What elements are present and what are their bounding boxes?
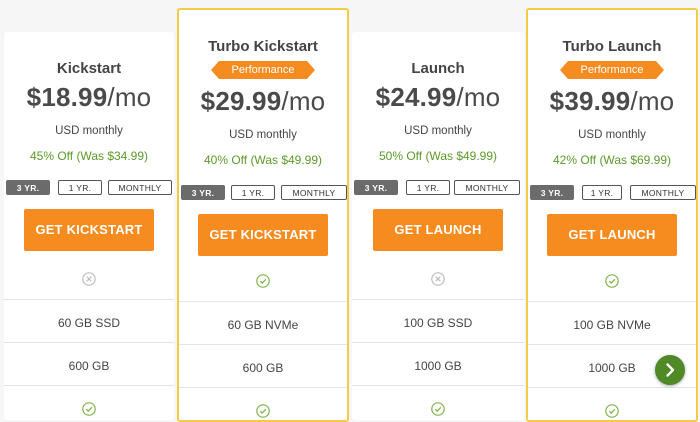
row-divider xyxy=(4,299,174,300)
storage-value: 60 GB NVMe xyxy=(227,318,299,332)
check-circle-icon xyxy=(605,404,619,418)
plan-price: $18.99/mo xyxy=(4,82,174,113)
price-period: /mo xyxy=(107,82,152,112)
term-3yr-button[interactable]: 3 YR. xyxy=(181,185,225,200)
term-1yr-button[interactable]: 1 YR. xyxy=(231,185,275,200)
row-divider xyxy=(179,387,347,388)
term-monthly-button[interactable]: MONTHLY xyxy=(281,185,347,200)
plan-price: $24.99/mo xyxy=(352,82,524,113)
plan-name: Turbo Launch xyxy=(562,38,662,55)
price-period: /mo xyxy=(281,86,326,116)
price-period: /mo xyxy=(456,82,501,112)
billing-cycle: USD monthly xyxy=(55,125,123,137)
get-launch-button[interactable]: GET LAUNCH xyxy=(547,214,677,256)
term-selector: 3 YR. 1 YR. MONTHLY xyxy=(530,185,696,201)
term-3yr-button[interactable]: 3 YR. xyxy=(354,180,398,195)
plan-name: Kickstart xyxy=(56,60,122,77)
term-1yr-button[interactable]: 1 YR. xyxy=(58,180,102,195)
term-3yr-button[interactable]: 3 YR. xyxy=(6,180,50,195)
price-amount: $24.99 xyxy=(375,82,457,112)
row-divider xyxy=(4,385,174,386)
plan-name: Launch xyxy=(411,60,465,77)
row-divider xyxy=(352,299,524,300)
plan-name: Turbo Kickstart xyxy=(208,38,318,55)
storage-value: 100 GB NVMe xyxy=(573,318,651,332)
check-circle-icon xyxy=(256,404,270,418)
row-divider xyxy=(528,344,696,345)
discount-text: 45% Off (Was $34.99) xyxy=(29,149,149,163)
term-1yr-button[interactable]: 1 YR. xyxy=(582,185,622,200)
chevron-right-icon xyxy=(666,363,675,377)
billing-cycle: USD monthly xyxy=(404,125,472,137)
get-kickstart-button[interactable]: GET KICKSTART xyxy=(24,209,154,251)
term-monthly-button[interactable]: MONTHLY xyxy=(630,185,696,200)
price-amount: $29.99 xyxy=(200,86,282,116)
row-divider xyxy=(528,387,696,388)
performance-badge: Performance xyxy=(211,61,315,79)
plan-card-turbo-kickstart: Turbo Kickstart Performance $29.99/mo US… xyxy=(177,8,349,422)
storage-value: 60 GB SSD xyxy=(57,316,121,330)
row-divider xyxy=(528,301,696,302)
performance-badge: Performance xyxy=(560,61,664,79)
plan-price: $39.99/mo xyxy=(528,86,696,117)
term-selector: 3 YR. 1 YR. MONTHLY xyxy=(6,180,172,196)
row-divider xyxy=(4,342,174,343)
term-3yr-button[interactable]: 3 YR. xyxy=(530,185,574,200)
x-circle-icon xyxy=(431,272,445,286)
row-divider xyxy=(179,301,347,302)
x-circle-icon xyxy=(82,272,96,286)
row-divider xyxy=(352,342,524,343)
discount-text: 42% Off (Was $69.99) xyxy=(552,153,672,167)
discount-text: 50% Off (Was $49.99) xyxy=(378,149,498,163)
storage-value: 100 GB SSD xyxy=(403,316,473,330)
price-period: /mo xyxy=(630,86,675,116)
scroll-next-button[interactable] xyxy=(655,355,685,385)
plan-price: $29.99/mo xyxy=(179,86,347,117)
plan-card-kickstart: Kickstart $18.99/mo USD monthly 45% Off … xyxy=(4,32,174,420)
term-selector: 3 YR. 1 YR. MONTHLY xyxy=(181,185,347,201)
bandwidth-value: 600 GB xyxy=(68,359,110,373)
bandwidth-value: 600 GB xyxy=(242,361,284,375)
row-divider xyxy=(179,344,347,345)
term-1yr-button[interactable]: 1 YR. xyxy=(406,180,450,195)
get-kickstart-button[interactable]: GET KICKSTART xyxy=(198,214,328,256)
price-amount: $18.99 xyxy=(26,82,108,112)
discount-text: 40% Off (Was $49.99) xyxy=(203,153,323,167)
billing-cycle: USD monthly xyxy=(578,129,646,141)
bandwidth-value: 1000 GB xyxy=(414,359,462,373)
term-selector: 3 YR. 1 YR. MONTHLY xyxy=(354,180,522,196)
price-amount: $39.99 xyxy=(549,86,631,116)
billing-cycle: USD monthly xyxy=(229,129,297,141)
term-monthly-button[interactable]: MONTHLY xyxy=(108,180,172,195)
get-launch-button[interactable]: GET LAUNCH xyxy=(373,209,503,251)
row-divider xyxy=(352,385,524,386)
plan-card-launch: Launch $24.99/mo USD monthly 50% Off (Wa… xyxy=(352,32,524,420)
check-circle-icon xyxy=(431,402,445,416)
check-circle-icon xyxy=(82,402,96,416)
term-monthly-button[interactable]: MONTHLY xyxy=(454,180,520,195)
check-circle-icon xyxy=(605,274,619,288)
check-circle-icon xyxy=(256,274,270,288)
